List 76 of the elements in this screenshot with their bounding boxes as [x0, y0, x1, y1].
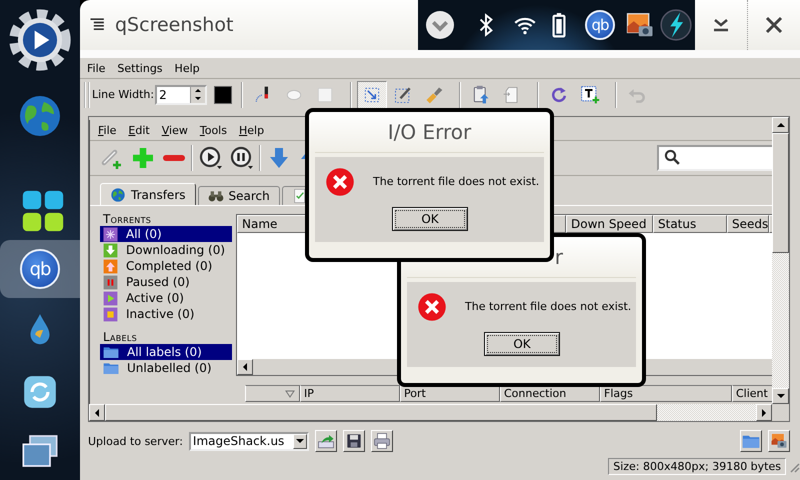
- upload-button[interactable]: [314, 430, 337, 452]
- field-label: Upload to server:: [88, 434, 183, 448]
- dialog-title: I/O Error: [388, 120, 472, 144]
- globe-icon: [110, 186, 126, 202]
- photo-camera-icon: [770, 432, 788, 450]
- download-icon: [103, 242, 118, 258]
- menu-item[interactable]: Tools: [194, 124, 233, 136]
- document-icon: [292, 188, 308, 204]
- error-message: The torrent file does not exist.: [465, 299, 632, 315]
- column-header[interactable]: [245, 385, 300, 402]
- filter-item[interactable]: Completed (0): [100, 258, 232, 274]
- server-dropdown[interactable]: ImageShack.us: [188, 432, 309, 450]
- toolbar-grip[interactable]: [84, 82, 90, 108]
- tab[interactable]: Transfers: [100, 183, 196, 205]
- upload-arrow-icon: [316, 432, 335, 450]
- error-icon: [417, 292, 447, 322]
- error-message: The torrent file does not exist.: [373, 174, 540, 190]
- lightning-icon[interactable]: [659, 8, 693, 42]
- section-heading: Torrents: [102, 212, 152, 226]
- filter-item[interactable]: Inactive (0): [100, 306, 232, 322]
- gear-icon[interactable]: [8, 8, 72, 72]
- menu-item[interactable]: File: [81, 62, 112, 74]
- line-width-field[interactable]: 2: [155, 84, 208, 104]
- horizontal-scrollbar[interactable]: [89, 404, 772, 421]
- play-icon[interactable]: [198, 146, 222, 170]
- asterisk-icon: [103, 226, 118, 242]
- chevron-down-icon[interactable]: [424, 9, 456, 41]
- tab[interactable]: Search: [198, 186, 280, 205]
- menu-item[interactable]: Help: [168, 62, 206, 74]
- stop-icon: [103, 306, 118, 322]
- window-title: qScreenshot: [115, 14, 234, 36]
- search-field[interactable]: [657, 145, 772, 171]
- dashed-pen-icon: [393, 84, 414, 104]
- vertical-scrollbar[interactable]: [772, 117, 789, 404]
- save-button[interactable]: [342, 430, 365, 452]
- printer-icon: [372, 432, 391, 450]
- sort-arrow-icon: [285, 390, 295, 398]
- brush-icon: [424, 84, 444, 104]
- filter-item[interactable]: Downloading (0): [100, 242, 232, 258]
- ok-button[interactable]: OK: [392, 207, 468, 231]
- text-tool-icon: [580, 84, 600, 104]
- filter-item[interactable]: Paused (0): [100, 274, 232, 290]
- sync-icon[interactable]: [21, 373, 59, 411]
- column-header[interactable]: Down Speed: [566, 215, 653, 233]
- clipboard-icon: [471, 84, 492, 104]
- pause-icon: [103, 274, 118, 290]
- filter-item[interactable]: All (0): [100, 226, 232, 242]
- column-header[interactable]: Status: [653, 215, 727, 233]
- apps-grid-icon[interactable]: [20, 189, 64, 233]
- pause-icon[interactable]: [230, 146, 254, 170]
- section-heading: Labels: [102, 330, 138, 344]
- menu-item[interactable]: Edit: [122, 124, 156, 136]
- menu-item[interactable]: File: [92, 124, 122, 136]
- filter-item[interactable]: Active (0): [100, 290, 232, 306]
- status-text: Size: 800x480px; 39180 bytes: [608, 458, 786, 475]
- error-icon: [325, 167, 355, 197]
- screenshot-button[interactable]: [768, 430, 790, 452]
- play-icon: [103, 290, 118, 306]
- menu-item[interactable]: Settings: [111, 62, 169, 74]
- qb-logo[interactable]: qb: [20, 249, 60, 289]
- upload-icon: [103, 258, 118, 274]
- print-button[interactable]: [370, 430, 393, 452]
- field-label: Line Width:: [92, 88, 154, 101]
- label-item[interactable]: All labels (0): [100, 344, 232, 360]
- qb-logo[interactable]: qb: [585, 10, 615, 40]
- menu-item[interactable]: Help: [232, 124, 270, 136]
- ok-button[interactable]: OK: [484, 332, 560, 356]
- label-item[interactable]: Unlabelled (0): [100, 360, 232, 376]
- color-swatch[interactable]: [214, 86, 232, 104]
- column-header[interactable]: IP: [300, 385, 400, 402]
- column-header[interactable]: Seeds: [727, 215, 769, 233]
- dialog-title: r: [554, 245, 563, 269]
- floppy-icon: [346, 433, 362, 449]
- folder-button[interactable]: [740, 430, 762, 452]
- resize-grip[interactable]: [788, 460, 800, 472]
- menu-item[interactable]: View: [156, 124, 194, 136]
